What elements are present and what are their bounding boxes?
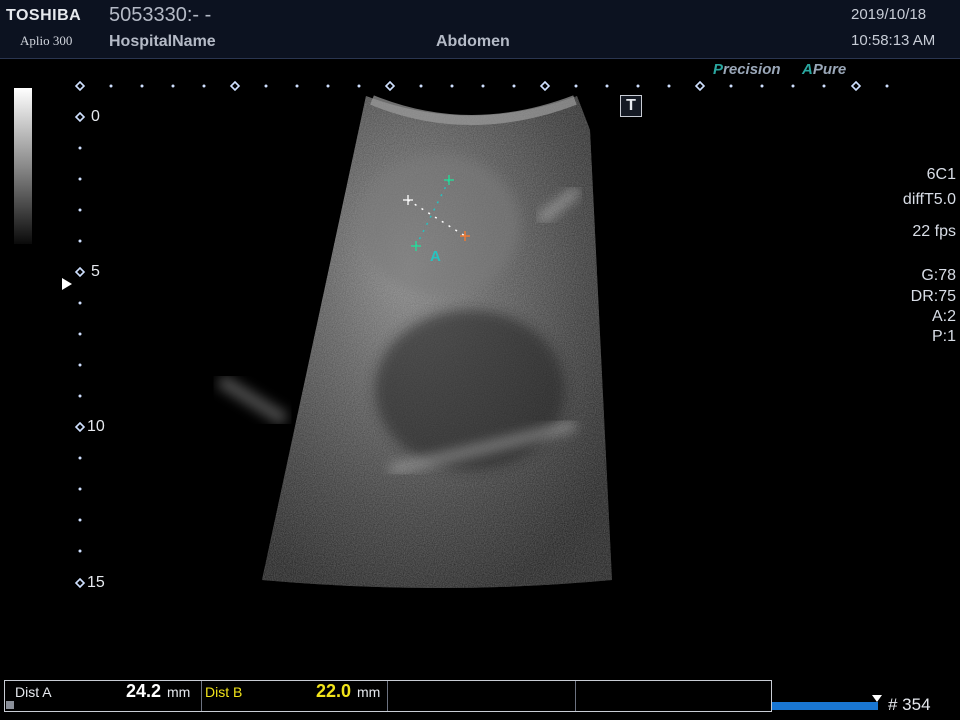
gain-value: G:78 [921, 267, 956, 284]
dist-a-label: Dist A [15, 684, 52, 700]
dist-b-cell: Dist B 22.0 mm [201, 681, 388, 711]
corner-marker [6, 701, 14, 709]
lateral-minor-ticks [109, 84, 889, 88]
dist-b-value: 22.0 [316, 681, 352, 701]
depth-major-tick [74, 266, 86, 278]
cine-progress-bar[interactable] [772, 702, 878, 710]
depth-major-tick [74, 111, 86, 123]
organ-upper [360, 155, 520, 295]
dist-b-label: Dist B [205, 684, 243, 700]
depth-scale [74, 111, 86, 589]
depth-label-0: 0 [91, 108, 100, 125]
imaging-mode: diffT5.0 [902, 191, 956, 208]
organ-dark-lower [375, 310, 565, 470]
dynamic-range-value: DR:75 [910, 288, 956, 305]
a-value: A:2 [931, 308, 956, 325]
trackball-mode-label: T [626, 97, 636, 114]
measurement-label-a: A [430, 248, 441, 265]
lateral-major-tick [229, 80, 241, 92]
trackball-mode-icon[interactable]: T [620, 95, 642, 117]
depth-label-5: 5 [91, 263, 100, 280]
frame-number: # 354 [888, 695, 931, 714]
lateral-major-tick [74, 80, 86, 92]
dist-a-cell: Dist A 24.2 mm [5, 681, 202, 711]
dist-a-value: 24.2 [126, 681, 162, 701]
depth-major-tick [74, 421, 86, 433]
dist-b-unit: mm [357, 684, 381, 700]
probe-type: 6C1 [926, 166, 956, 183]
lateral-major-tick [850, 80, 862, 92]
cine-position-marker-icon[interactable] [872, 695, 882, 702]
depth-minor-ticks [78, 146, 82, 553]
lateral-major-tick [539, 80, 551, 92]
lateral-scale [74, 80, 862, 92]
empty-cell-1 [387, 681, 576, 711]
lateral-major-tick [384, 80, 396, 92]
frame-rate: 22 fps [912, 223, 956, 240]
depth-major-tick [74, 577, 86, 589]
lateral-major-tick [694, 80, 706, 92]
ultrasound-view [74, 80, 889, 589]
depth-label-15: 15 [87, 574, 105, 591]
lateral-echo [216, 374, 289, 426]
empty-cell-2 [575, 681, 771, 711]
measurement-status-bar: Dist A 24.2 mm Dist B 22.0 mm [4, 680, 772, 712]
depth-label-10: 10 [87, 418, 105, 435]
dist-a-unit: mm [167, 684, 191, 700]
p-value: P:1 [931, 328, 956, 345]
